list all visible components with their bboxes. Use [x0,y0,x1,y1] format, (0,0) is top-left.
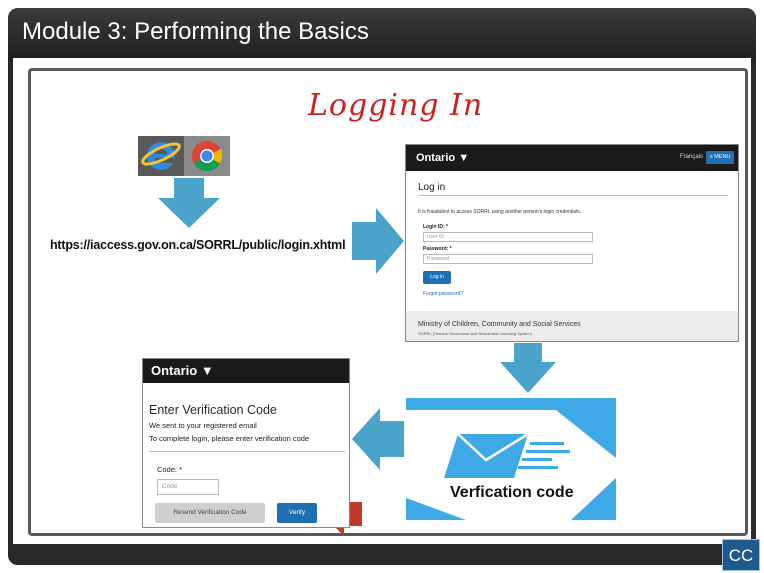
password-label: Password: * [423,246,452,252]
envelope-icon [444,432,529,478]
divider [418,195,728,196]
login-url: https://iaccess.gov.on.ca/SORRL/public/l… [50,238,346,252]
verification-code-caption: Verfication code [450,484,574,501]
code-label: Code: * [157,465,183,474]
verification-message-line-2: To complete login, please enter verifica… [149,434,310,443]
ontario-wordmark: Ontario [151,363,198,378]
divider [149,451,345,452]
trillium-icon: ▼ [200,363,214,378]
login-id-field[interactable]: User ID [423,232,593,242]
forgot-password-link[interactable]: Forgot password? [423,291,463,297]
arrow-down-browser [158,178,220,228]
verify-button[interactable]: Verify [277,503,317,523]
login-button[interactable]: Log in [423,271,451,284]
arrow-right-to-login [352,208,404,274]
verification-code-graphic: Verfication code [406,398,616,520]
login-heading: Log in [418,182,446,193]
fraud-warning: It is fraudulent to access SORRL using a… [418,209,582,215]
arrow-down-from-login [500,343,556,393]
verification-message-line-1: We sent to your registered email [149,421,257,430]
ontario-logo: Ontario ▼ [151,363,214,378]
arrow-left-to-verify [352,408,404,470]
closed-captions-button[interactable]: CC [722,539,760,571]
ontario-logo: Ontario ▼ [416,152,469,164]
verification-code-field[interactable]: Code [157,479,219,495]
trillium-icon: ▼ [458,152,470,164]
system-name: SORRL (Serious Occurrence and Residentia… [418,331,532,336]
menu-button[interactable]: ≡ MENU [706,151,734,164]
language-link[interactable]: Français [680,154,703,160]
verification-screen-screenshot: Ontario ▼ Enter Verification Code We sen… [142,358,350,528]
login-id-label: Login ID: * [423,224,448,230]
ministry-name: Ministry of Children, Community and Soci… [418,321,581,328]
verification-heading: Enter Verification Code [149,403,277,417]
password-field[interactable]: Password [423,254,593,264]
ontario-wordmark: Ontario [416,152,456,164]
resend-code-button[interactable]: Resend Verification Code [155,503,265,523]
login-screen-screenshot: Ontario ▼ Français ≡ MENU Log in It is f… [405,144,739,342]
